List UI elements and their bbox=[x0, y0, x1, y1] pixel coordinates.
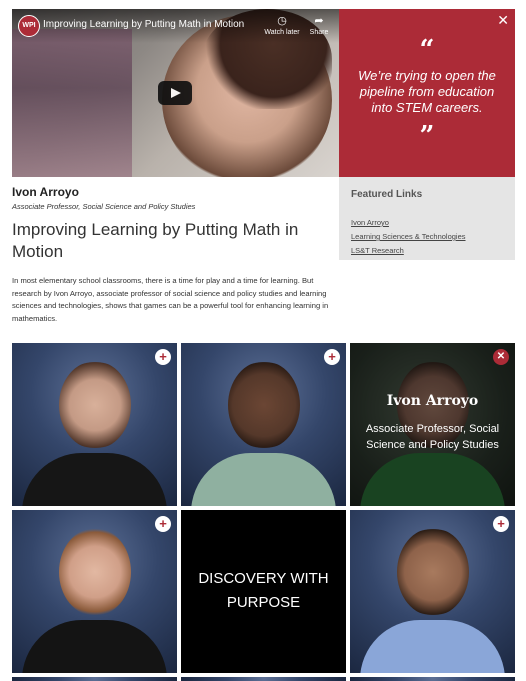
quote-text: We’re trying to open the pipeline from e… bbox=[358, 68, 496, 115]
article-body: In most elementary school classrooms, th… bbox=[12, 276, 329, 323]
featured-links: Featured Links Ivon Arroyo Learning Scie… bbox=[339, 177, 515, 260]
portrait-head bbox=[397, 528, 469, 616]
tile-person-name: Ivon Arroyo bbox=[386, 393, 479, 409]
close-quote-icon: ” bbox=[419, 121, 435, 151]
play-button[interactable] bbox=[158, 81, 192, 105]
link-learning-sciences[interactable]: Learning Sciences & Technologies bbox=[351, 232, 466, 241]
expand-icon[interactable]: + bbox=[493, 516, 509, 532]
share-button[interactable]: ➦ Share bbox=[299, 15, 339, 36]
link-lst-research[interactable]: LS&T Research bbox=[351, 246, 404, 255]
quote-panel: ✕ “ We’re trying to open the pipeline fr… bbox=[339, 9, 515, 177]
share-icon: ➦ bbox=[314, 15, 324, 27]
close-icon[interactable]: ✕ bbox=[493, 349, 509, 365]
portrait-tile[interactable]: + bbox=[181, 343, 346, 506]
person-name: Ivon Arroyo bbox=[12, 185, 79, 199]
portrait-tile[interactable]: + bbox=[350, 510, 515, 673]
tagline-text: DISCOVERY WITH PURPOSE bbox=[198, 570, 329, 611]
people-grid: + + Ivon Arroyo Associate Professor, Soc… bbox=[12, 343, 515, 681]
close-icon[interactable]: ✕ bbox=[497, 12, 509, 29]
video-title[interactable]: Improving Learning by Putting Math in Mo… bbox=[43, 19, 244, 30]
video-background bbox=[12, 29, 132, 177]
clock-icon: ◷ bbox=[277, 15, 287, 27]
portrait-tile[interactable] bbox=[181, 677, 346, 681]
portrait-tile[interactable]: + bbox=[12, 343, 177, 506]
open-quote-icon: “ bbox=[419, 35, 435, 65]
portrait-tile-active[interactable]: Ivon Arroyo Associate Professor, Social … bbox=[350, 343, 515, 506]
portrait-clothing bbox=[191, 453, 336, 506]
person-role: Associate Professor, Social Science and … bbox=[12, 202, 196, 211]
portrait-tile[interactable]: + bbox=[12, 510, 177, 673]
watch-later-button[interactable]: ◷ Watch later bbox=[262, 15, 302, 36]
video-player[interactable]: WPI Improving Learning by Putting Math i… bbox=[12, 9, 339, 177]
share-label: Share bbox=[309, 29, 329, 36]
tile-person-role: Associate Professor, Social Science and … bbox=[365, 423, 500, 451]
expand-icon[interactable]: + bbox=[155, 349, 171, 365]
link-ivon-arroyo[interactable]: Ivon Arroyo bbox=[351, 218, 389, 227]
article-title: Improving Learning by Putting Math in Mo… bbox=[12, 220, 299, 261]
feature-panel: WPI Improving Learning by Putting Math i… bbox=[12, 9, 515, 335]
portrait-head bbox=[59, 361, 131, 449]
portrait-head bbox=[228, 361, 300, 449]
expand-icon[interactable]: + bbox=[324, 349, 340, 365]
tagline-tile: DISCOVERY WITH PURPOSE bbox=[181, 510, 346, 673]
portrait-tile[interactable] bbox=[350, 677, 515, 681]
portrait-clothing bbox=[360, 620, 505, 673]
watch-later-label: Watch later bbox=[264, 29, 300, 36]
portrait-head bbox=[59, 528, 131, 616]
expand-icon[interactable]: + bbox=[155, 516, 171, 532]
portrait-clothing bbox=[22, 620, 167, 673]
wpi-logo[interactable]: WPI bbox=[18, 15, 40, 37]
portrait-clothing bbox=[22, 453, 167, 506]
portrait-tile[interactable] bbox=[12, 677, 177, 681]
featured-links-heading: Featured Links bbox=[351, 189, 423, 200]
